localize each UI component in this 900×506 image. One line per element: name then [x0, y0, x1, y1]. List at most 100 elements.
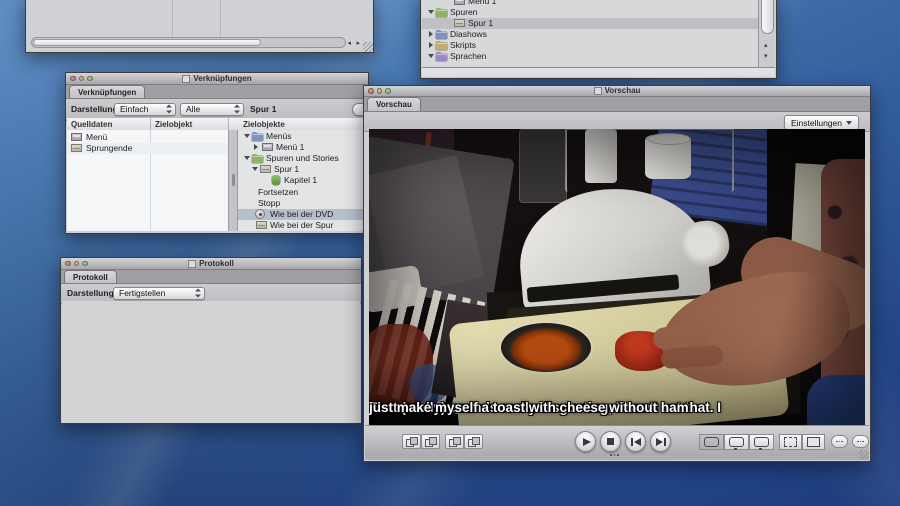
filter-popup[interactable]: Alle	[180, 103, 244, 116]
outline-row-label: Menü 1	[468, 0, 496, 6]
window-vorschau[interactable]: Vorschau Vorschau Einstellungen	[363, 85, 871, 462]
slow-forward-button[interactable]	[852, 435, 869, 448]
zoom-icon[interactable]	[87, 76, 93, 82]
fit-screen-button[interactable]	[779, 434, 802, 450]
source-list: Menü Sprungende	[67, 130, 228, 231]
display-mode-button-3[interactable]	[749, 434, 774, 450]
list-item[interactable]: Menü 1	[422, 0, 759, 7]
folder-slate-icon	[436, 32, 447, 39]
close-icon[interactable]	[65, 261, 71, 267]
track-icon	[256, 221, 267, 229]
column-divider	[172, 0, 173, 39]
menu-icon	[262, 143, 273, 151]
window-protokoll[interactable]: Protokoll Protokoll Darstellung: Fertigs…	[60, 257, 362, 424]
titlebar[interactable]: Verknüpfungen	[66, 73, 368, 85]
menu-pages-icon	[425, 437, 436, 446]
slow-backward-button[interactable]	[831, 435, 848, 448]
angle-button[interactable]	[464, 434, 483, 449]
outline-list: Menü 1 Spuren Spur 1 Diashows	[422, 0, 759, 67]
disclosure-open-icon[interactable]	[252, 167, 258, 171]
step-forward-button[interactable]	[650, 431, 671, 452]
list-item[interactable]: Sprungende	[67, 143, 228, 154]
video-preview[interactable]: That (really) sounds really disgusting, …	[369, 129, 865, 425]
disclosure-closed-icon[interactable]	[254, 144, 258, 150]
pane-splitter[interactable]	[228, 130, 238, 231]
actual-size-button[interactable]	[802, 434, 825, 450]
list-item[interactable]: Diashows	[422, 29, 759, 40]
scroll-down-icon[interactable]: ▾	[764, 53, 768, 60]
close-icon[interactable]	[70, 76, 76, 82]
window-outline[interactable]: Menü 1 Spuren Spur 1 Diashows	[420, 0, 777, 79]
tree-item[interactable]: Kapitel 1	[238, 175, 367, 186]
tab-protokoll[interactable]: Protokoll	[64, 270, 117, 283]
track-icon	[454, 19, 465, 27]
list-item[interactable]: Spuren	[422, 7, 759, 18]
disclosure-open-icon[interactable]	[428, 10, 434, 14]
tree-item-selected[interactable]: Wie bei der DVD	[238, 209, 367, 220]
display-mode-button-2[interactable]	[724, 434, 749, 450]
scrollbar-thumb[interactable]	[33, 39, 261, 46]
close-icon[interactable]	[368, 88, 374, 94]
disclosure-open-icon[interactable]	[244, 156, 250, 160]
list-item-selected[interactable]: Spur 1	[422, 18, 759, 29]
disclosure-open-icon[interactable]	[244, 134, 250, 138]
disclosure-open-icon[interactable]	[428, 54, 434, 58]
tree-item-label: Fortsetzen	[258, 188, 298, 197]
scroll-up-icon[interactable]: ▴	[764, 42, 768, 49]
titlebar[interactable]: Protokoll	[61, 258, 361, 270]
list-item[interactable]: Sprachen	[422, 51, 759, 62]
disclosure-closed-icon[interactable]	[429, 42, 433, 48]
vertical-scrollbar[interactable]: ▴ ▾	[758, 0, 775, 67]
tab-vorschau[interactable]: Vorschau	[367, 97, 421, 111]
tab-strip: Protokoll	[61, 270, 361, 284]
tree-item[interactable]: Menü 1	[238, 142, 367, 153]
tree-item[interactable]: Spuren und Stories	[238, 153, 367, 164]
tree-item[interactable]: Fortsetzen	[238, 187, 367, 198]
window-track-editor-partial[interactable]: ◂ ▸	[25, 0, 374, 53]
resize-grip[interactable]	[859, 450, 869, 460]
tab-strip: Verknüpfungen	[66, 85, 368, 99]
settings-popup-button[interactable]: Einstellungen	[784, 115, 859, 130]
step-backward-button[interactable]	[625, 431, 646, 452]
tree-item[interactable]: Spur 1	[238, 164, 367, 175]
horizontal-scrollbar[interactable]	[31, 37, 346, 48]
scroll-left-icon[interactable]: ◂	[347, 40, 351, 47]
minimize-icon[interactable]	[377, 88, 383, 94]
tree-item[interactable]: Stopp	[238, 198, 367, 209]
step-forward-icon	[656, 438, 666, 446]
zoom-icon[interactable]	[82, 261, 88, 267]
minimize-icon[interactable]	[79, 76, 85, 82]
titlebar[interactable]: Vorschau	[364, 86, 870, 97]
disclosure-closed-icon[interactable]	[429, 31, 433, 37]
return-button[interactable]	[445, 434, 464, 449]
scene-vignette	[369, 129, 865, 425]
view-popup[interactable]: Einfach	[114, 103, 176, 116]
column-header-zielobjekt[interactable]: Zielobjekt	[151, 118, 229, 130]
menu-pages-icon	[468, 437, 479, 446]
view-popup[interactable]: Fertigstellen	[113, 287, 205, 300]
tree-item[interactable]: Menüs	[238, 131, 367, 142]
proxy-icon	[594, 87, 602, 95]
jump-title-button[interactable]	[421, 434, 440, 449]
outline-row-label: Sprachen	[450, 52, 486, 61]
list-item[interactable]: Menü	[67, 132, 228, 143]
window-verknuepfungen[interactable]: Verknüpfungen Verknüpfungen Darstellung:…	[65, 72, 369, 234]
list-item[interactable]: Skripts	[422, 40, 759, 51]
stop-button[interactable]	[600, 431, 621, 452]
column-header-zielobjekte[interactable]: Zielobjekte	[239, 118, 367, 130]
play-button[interactable]	[575, 431, 596, 452]
resize-grip[interactable]	[363, 42, 373, 52]
scrollbar-thumb[interactable]	[761, 0, 774, 34]
tab-strip: Vorschau	[364, 97, 870, 112]
jump-menu-button[interactable]	[402, 434, 421, 449]
tree-item[interactable]: Wie bei der Spur	[238, 220, 367, 231]
display-mode-button-1[interactable]	[699, 434, 724, 450]
minimize-icon[interactable]	[74, 261, 80, 267]
column-header-quelldaten[interactable]: Quelldaten	[67, 118, 151, 130]
solid-frame-icon	[807, 437, 820, 447]
scroll-right-icon[interactable]: ▸	[356, 40, 360, 47]
display-icon	[704, 437, 719, 447]
zoom-icon[interactable]	[385, 88, 391, 94]
tab-verknuepfungen[interactable]: Verknüpfungen	[69, 85, 145, 98]
selection-label: Spur 1	[250, 105, 276, 114]
